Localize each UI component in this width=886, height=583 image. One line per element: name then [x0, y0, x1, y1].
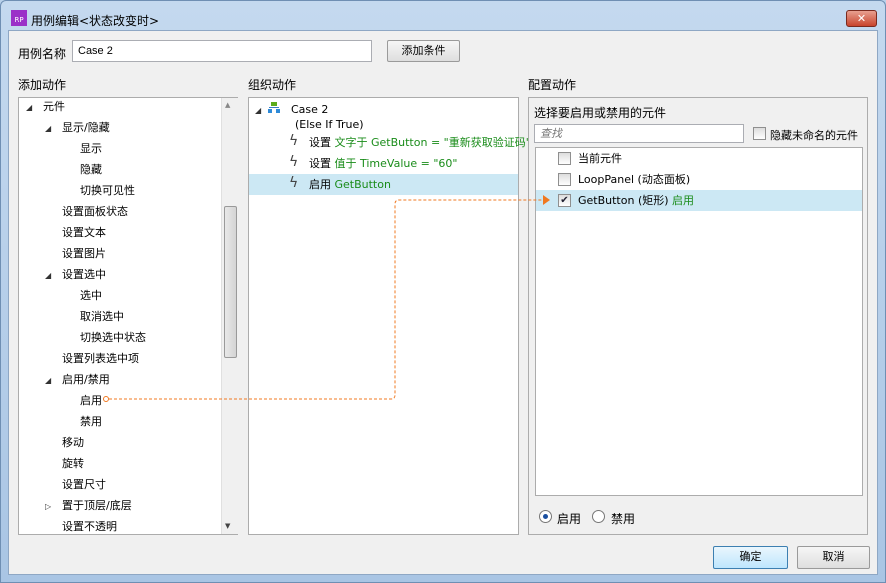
connector-arrow-icon: [543, 195, 550, 205]
ok-button[interactable]: 确定: [713, 546, 788, 569]
connector-line: [103, 195, 550, 402]
connector-start: [103, 396, 109, 402]
cancel-button[interactable]: 取消: [797, 546, 870, 569]
